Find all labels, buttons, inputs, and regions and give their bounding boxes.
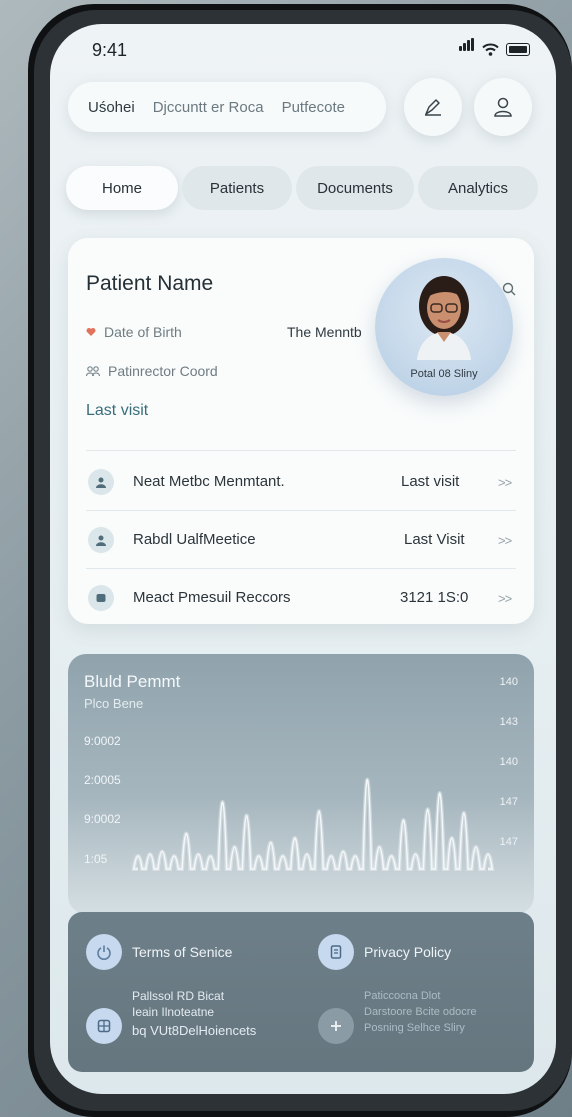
search-bar[interactable]: Uśohei Djccuntt er Roca Putfecote [68, 82, 386, 132]
divider [86, 510, 516, 511]
terms-link[interactable]: Terms of Senice [132, 944, 232, 960]
tab-patients[interactable]: Patients [182, 166, 292, 210]
grid-icon[interactable] [86, 1008, 122, 1044]
search-chip[interactable]: Putfecote [282, 99, 345, 116]
patient-name: Patient Name [86, 272, 214, 295]
footer-line: Posning Selhce Sliry [364, 1022, 465, 1034]
power-icon[interactable] [86, 934, 122, 970]
avatar-label: Potal 08 Sliny [410, 368, 478, 380]
people-icon [86, 365, 100, 376]
footer-line: Pallssol RD Bicat [132, 989, 225, 1003]
heart-icon [86, 328, 96, 336]
privacy-link[interactable]: Privacy Policy [364, 944, 451, 960]
wifi-icon [482, 43, 499, 56]
list-item[interactable]: Meact Pmesuil Reccors 3121 1S:0 >> [88, 572, 516, 624]
search-chip[interactable]: Djccuntt er Roca [153, 99, 264, 116]
footer-links: Terms of Senice Privacy Policy Pallssol … [68, 912, 534, 1072]
signal-icon [459, 38, 475, 56]
pen-icon [425, 99, 441, 116]
patient-dob: Date of Birth [86, 324, 182, 340]
chevron-right-icon: >> [498, 475, 512, 490]
person-icon [88, 527, 114, 553]
patient-month: The Menntb [287, 324, 362, 340]
row-title: Rabdl UalfMeetice [133, 531, 256, 548]
footer-block-left[interactable]: Pallssol RD Bicat Ieain Ilnoteatne bq VU… [132, 988, 256, 1039]
search-icon[interactable] [502, 282, 516, 296]
footer-block-right[interactable]: Paticcocna Dlot Darstoore Bcite odocre P… [364, 988, 477, 1036]
search-chip[interactable]: Uśohei [88, 99, 135, 116]
person-icon [88, 469, 114, 495]
tab-analytics[interactable]: Analytics [418, 166, 538, 210]
tab-bar: Home Patients Documents Analytics [66, 166, 540, 212]
row-title: Meact Pmesuil Reccors [133, 589, 291, 606]
screen: 9:41 Uśohei Djccuntt er Roca Putfecote H… [50, 24, 556, 1094]
record-icon [88, 585, 114, 611]
list-item[interactable]: Rabdl UalfMeetice Last Visit >> [88, 514, 516, 566]
footer-line: bq VUt8DelHoiencets [132, 1023, 257, 1038]
coordinator-label: Patinrector Coord [108, 363, 218, 379]
last-visit-link[interactable]: Last visit [86, 402, 148, 420]
patient-avatar[interactable]: Potal 08 Sliny [375, 258, 513, 396]
tab-home[interactable]: Home [66, 166, 178, 210]
chevron-right-icon: >> [498, 591, 512, 606]
row-value: 3121 1S:0 [400, 589, 469, 606]
chart-plot [131, 777, 495, 871]
series-line-glow [131, 777, 495, 871]
battery-icon [506, 43, 530, 56]
row-title: Neat Metbc Menmtant. [133, 473, 285, 490]
status-time: 9:41 [92, 40, 128, 60]
footer-line: Ieain Ilnoteatne [132, 1005, 215, 1019]
user-icon [494, 97, 512, 117]
chevron-right-icon: >> [498, 533, 512, 548]
row-value: Last Visit [404, 531, 465, 548]
patient-coordinator: Patinrector Coord [86, 363, 218, 379]
footer-line: Darstoore Bcite odocre [364, 1006, 477, 1018]
divider [86, 568, 516, 569]
footer-line: Paticcocna Dlot [364, 990, 441, 1002]
tab-documents[interactable]: Documents [296, 166, 414, 210]
status-icons [459, 38, 530, 56]
profile-button[interactable] [474, 78, 532, 136]
row-value: Last visit [401, 473, 460, 490]
patient-card: Patient Name Date of Birth The Menntb Pa… [68, 238, 534, 624]
divider [86, 450, 516, 451]
edit-button[interactable] [404, 78, 462, 136]
list-item[interactable]: Neat Metbc Menmtant. Last visit >> [88, 456, 516, 508]
avatar-portrait [417, 276, 471, 360]
document-icon[interactable] [318, 934, 354, 970]
dob-label: Date of Birth [104, 324, 182, 340]
plus-icon[interactable] [318, 1008, 354, 1044]
blood-pressure-chart: Bluld Pemmt Plco Bene 9:0002 2:0005 9:00… [68, 654, 534, 914]
